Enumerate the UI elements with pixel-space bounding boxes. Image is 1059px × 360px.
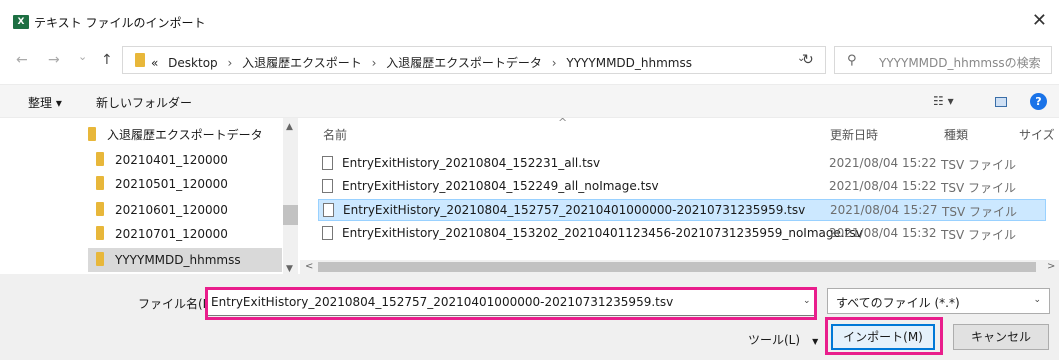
document-icon	[322, 226, 333, 240]
document-icon	[322, 179, 333, 193]
window-title: テキスト ファイルのインポート	[34, 16, 206, 30]
tree-scrollbar[interactable]	[283, 118, 298, 274]
breadcrumb-overflow[interactable]: «	[151, 56, 158, 70]
view-options-icon[interactable]: ☷ ▾	[933, 94, 954, 108]
tree-item-20210701[interactable]: 20210701_120000	[96, 222, 278, 246]
file-name: EntryExitHistory_20210804_152249_all_noI…	[342, 179, 659, 193]
file-list: ^ 名前 更新日時 種類 サイズ EntryExitHistory_202108…	[300, 116, 1059, 260]
folder-icon	[135, 53, 145, 67]
tools-label: ツール(L)	[748, 333, 801, 347]
breadcrumb-current[interactable]: YYYYMMDD_hhmmss	[566, 56, 692, 70]
file-type: TSV ファイル	[941, 228, 1016, 242]
file-name: EntryExitHistory_20210804_152757_2021040…	[343, 203, 806, 217]
search-input[interactable]: ⚲ YYYYMMDD_hhmmssの検索	[834, 46, 1052, 74]
import-button[interactable]: インポート(M)	[831, 324, 935, 350]
tree-item-20210601[interactable]: 20210601_120000	[96, 198, 278, 222]
folder-icon	[96, 152, 104, 166]
file-modified: 2021/08/04 15:22	[829, 179, 937, 193]
file-type: TSV ファイル	[942, 205, 1017, 219]
scroll-left-icon[interactable]: <	[305, 261, 313, 272]
back-arrow-icon[interactable]: ←	[16, 52, 28, 68]
file-type-value: すべてのファイル (*.*)	[836, 296, 960, 310]
file-row-selected[interactable]: EntryExitHistory_20210804_152757_2021040…	[318, 199, 1046, 221]
file-modified: 2021/08/04 15:27	[830, 203, 938, 217]
tree-item-label: 20210701_120000	[115, 227, 228, 241]
scroll-right-icon[interactable]: >	[1047, 261, 1055, 272]
excel-icon: X	[13, 15, 29, 29]
horizontal-scrollbar-thumb[interactable]	[318, 262, 1036, 272]
tree-item-label: YYYYMMDD_hhmmss	[115, 253, 241, 267]
filename-dropdown-icon[interactable]: ⌄	[803, 296, 811, 306]
file-row[interactable]: EntryExitHistory_20210804_152249_all_noI…	[318, 176, 1046, 198]
document-icon	[323, 203, 334, 217]
folder-icon	[96, 202, 104, 216]
breadcrumb: « Desktop › 入退履歴エクスポート › 入退履歴エクスポートデータ ›…	[151, 54, 692, 71]
help-icon[interactable]: ?	[1030, 93, 1047, 110]
filename-input[interactable]: EntryExitHistory_20210804_152757_2021040…	[206, 288, 816, 316]
breadcrumb-separator-icon[interactable]: ›	[372, 56, 377, 70]
folder-icon	[88, 127, 96, 141]
file-name: EntryExitHistory_20210804_153202_2021040…	[342, 226, 863, 240]
refresh-icon[interactable]: ↻	[802, 52, 814, 68]
tree-item-label: 入退履歴エクスポートデータ	[107, 128, 263, 142]
file-modified: 2021/08/04 15:32	[829, 226, 937, 240]
column-header-type[interactable]: 種類	[944, 126, 968, 143]
tree-item-export-data[interactable]: 入退履歴エクスポートデータ	[88, 122, 278, 146]
folder-icon	[96, 252, 104, 266]
breadcrumb-export[interactable]: 入退履歴エクスポート	[242, 56, 362, 70]
tree-item-label: 20210601_120000	[115, 203, 228, 217]
dropdown-triangle-icon: ▼	[812, 337, 819, 346]
column-header-name[interactable]: 名前	[323, 126, 347, 143]
preview-pane-icon[interactable]	[995, 97, 1007, 107]
breadcrumb-desktop[interactable]: Desktop	[168, 56, 218, 70]
chevron-down-icon: ⌄	[1033, 295, 1041, 305]
scroll-down-icon[interactable]: ▼	[286, 264, 293, 274]
title-bar: X テキスト ファイルのインポート ✕	[0, 0, 1059, 40]
document-icon	[322, 156, 333, 170]
breadcrumb-separator-icon[interactable]: ›	[552, 56, 557, 70]
up-arrow-icon[interactable]: ↑	[101, 52, 113, 68]
column-header-modified[interactable]: 更新日時	[830, 126, 878, 143]
tree-item-label: 20210501_120000	[115, 177, 228, 191]
file-modified: 2021/08/04 15:22	[829, 156, 937, 170]
recent-locations-chevron-icon[interactable]: ⌄	[78, 50, 87, 63]
close-icon[interactable]: ✕	[1032, 10, 1047, 31]
file-name: EntryExitHistory_20210804_152231_all.tsv	[342, 156, 601, 170]
organize-button[interactable]: 整理 ▾	[28, 94, 62, 111]
tree-item-20210401[interactable]: 20210401_120000	[96, 148, 278, 172]
folder-icon	[96, 176, 104, 190]
tree-scrollbar-thumb[interactable]	[283, 205, 298, 225]
file-row[interactable]: EntryExitHistory_20210804_153202_2021040…	[318, 223, 1046, 245]
scroll-up-icon[interactable]: ▲	[286, 122, 293, 132]
file-type-select[interactable]: すべてのファイル (*.*) ⌄	[827, 288, 1050, 314]
tree-item-20210501[interactable]: 20210501_120000	[96, 172, 278, 196]
cancel-button[interactable]: キャンセル	[953, 324, 1049, 350]
new-folder-button[interactable]: 新しいフォルダー	[96, 94, 192, 111]
tools-button[interactable]: ツール(L) ▼	[748, 331, 818, 348]
forward-arrow-icon[interactable]: →	[48, 52, 60, 68]
folder-icon	[96, 226, 104, 240]
file-type: TSV ファイル	[941, 181, 1016, 195]
file-row[interactable]: EntryExitHistory_20210804_152231_all.tsv…	[318, 153, 1046, 175]
column-header-size[interactable]: サイズ	[1019, 126, 1055, 143]
breadcrumb-separator-icon[interactable]: ›	[228, 56, 233, 70]
file-type: TSV ファイル	[941, 158, 1016, 172]
sort-ascending-icon: ^	[558, 116, 568, 129]
breadcrumb-export-data[interactable]: 入退履歴エクスポートデータ	[386, 56, 542, 70]
tree-item-current[interactable]: YYYYMMDD_hhmmss	[88, 248, 282, 272]
search-icon: ⚲	[847, 53, 857, 68]
address-bar[interactable]: « Desktop › 入退履歴エクスポート › 入退履歴エクスポートデータ ›…	[122, 46, 826, 74]
tree-item-label: 20210401_120000	[115, 153, 228, 167]
toolbar: 整理 ▾ 新しいフォルダー ☷ ▾ ?	[0, 84, 1059, 118]
search-placeholder: YYYYMMDD_hhmmssの検索	[879, 56, 1041, 70]
